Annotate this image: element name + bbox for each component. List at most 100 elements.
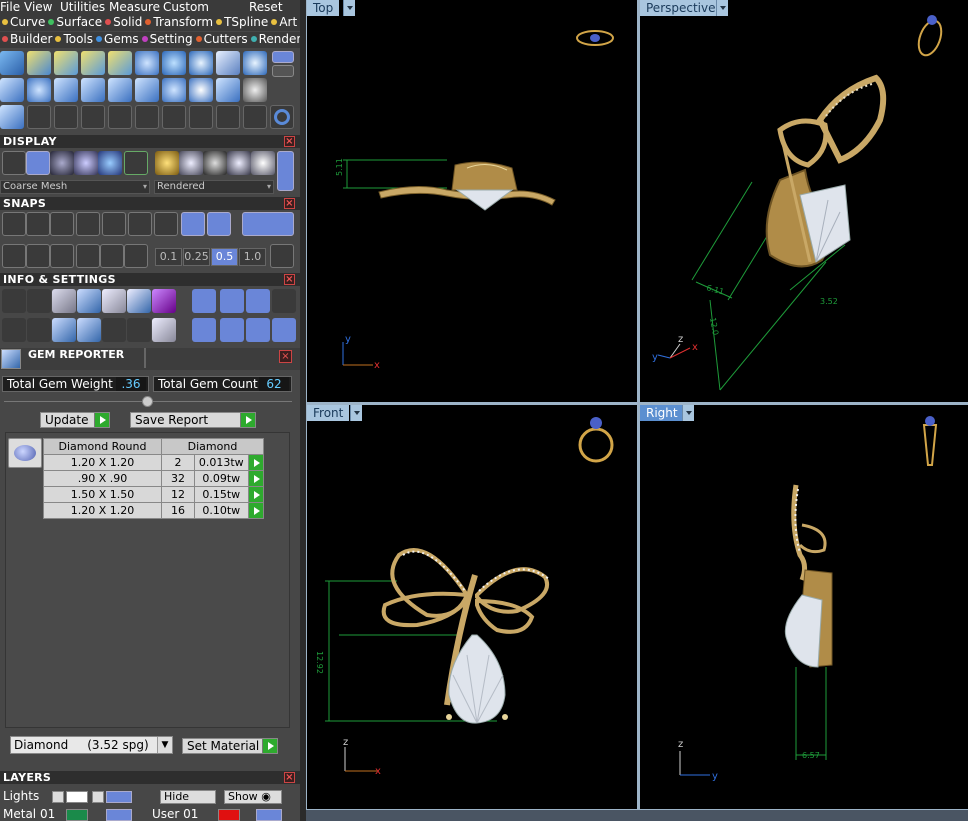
- mesh-dropdown[interactable]: Coarse Mesh ▾: [0, 180, 150, 194]
- bezel-tool-icon[interactable]: [216, 78, 240, 102]
- wireframe-grid-icon[interactable]: [2, 151, 26, 175]
- select-icon[interactable]: [127, 318, 151, 342]
- select-row-button[interactable]: [247, 454, 265, 471]
- silver-material-icon[interactable]: [179, 151, 203, 175]
- light-settings-icon[interactable]: [246, 289, 270, 313]
- menu-custom[interactable]: Custom: [163, 0, 209, 14]
- chrome-material-icon[interactable]: [203, 151, 227, 175]
- menu-file[interactable]: File: [0, 0, 20, 14]
- trim-tool-icon[interactable]: [243, 105, 267, 129]
- snap-toggle-icon[interactable]: [242, 212, 294, 236]
- snap-value-0-1[interactable]: 0.1: [155, 248, 182, 266]
- select-row-button[interactable]: [247, 486, 265, 503]
- view-toggle-a-icon[interactable]: [272, 51, 294, 63]
- stack-icon[interactable]: [52, 289, 76, 313]
- grid-toggle-icon[interactable]: [270, 244, 294, 268]
- diamond-tool-icon[interactable]: [27, 78, 51, 102]
- viewport-perspective-menu[interactable]: [716, 0, 728, 16]
- module-solid[interactable]: Solid: [103, 15, 142, 29]
- loft-tool-icon[interactable]: [54, 51, 78, 75]
- glossy-shade-icon[interactable]: [74, 151, 98, 175]
- snap-curve-icon[interactable]: [26, 212, 50, 236]
- cursor-snap-icon[interactable]: [124, 244, 148, 268]
- circle-tool-icon[interactable]: [270, 105, 294, 129]
- snap-cross-icon[interactable]: [50, 212, 74, 236]
- cube-snap-icon[interactable]: [26, 244, 50, 268]
- module-curve[interactable]: Curve: [0, 15, 45, 29]
- hide-button[interactable]: Hide: [160, 790, 216, 804]
- camera-tool-icon[interactable]: [216, 51, 240, 75]
- layer-row-lights[interactable]: Lights Hide Show ◉: [0, 789, 300, 807]
- scale-tool-icon[interactable]: [162, 105, 186, 129]
- viewport-right[interactable]: 6.57 z y Right: [640, 405, 968, 809]
- module-art[interactable]: Art: [269, 15, 297, 29]
- viewport-perspective-label[interactable]: Perspective: [640, 0, 722, 16]
- extrude-tool-icon[interactable]: [108, 51, 132, 75]
- mark-c-icon[interactable]: [246, 318, 270, 342]
- visibility-toggle[interactable]: [106, 809, 132, 821]
- viewport-front-menu[interactable]: [350, 405, 362, 421]
- module-cutters[interactable]: Cutters: [194, 32, 248, 46]
- show-button[interactable]: Show ◉: [224, 790, 282, 804]
- module-surface[interactable]: Surface: [46, 15, 102, 29]
- blocks-tool-icon[interactable]: [0, 105, 24, 129]
- viewport-top-label[interactable]: Top: [307, 0, 340, 16]
- mark-d-icon[interactable]: [272, 318, 296, 342]
- viewport-right-menu[interactable]: [682, 405, 694, 421]
- snap-line-b-icon[interactable]: [207, 212, 231, 236]
- export-settings-icon[interactable]: [272, 289, 296, 313]
- menu-utilities[interactable]: Utilities: [60, 0, 105, 14]
- viewport-top[interactable]: 5.11 y x Top: [307, 0, 637, 402]
- bend-tool-icon[interactable]: [135, 78, 159, 102]
- plane-tool-icon[interactable]: [0, 78, 24, 102]
- module-tools[interactable]: Tools: [53, 32, 93, 46]
- layers-cube-icon[interactable]: [52, 318, 76, 342]
- settings-gear-icon[interactable]: [2, 289, 26, 313]
- camera-settings-icon[interactable]: [220, 289, 244, 313]
- snap-value-0-25[interactable]: 0.25: [183, 248, 210, 266]
- offset-tool-icon[interactable]: [81, 78, 105, 102]
- lock-icon[interactable]: [92, 791, 104, 803]
- filter-icon[interactable]: [102, 318, 126, 342]
- expand-icon[interactable]: [52, 791, 64, 803]
- page-tool-icon[interactable]: [108, 78, 132, 102]
- gem-pave-tool-icon[interactable]: [135, 51, 159, 75]
- viewport-right-label[interactable]: Right: [640, 405, 684, 421]
- viewport-front[interactable]: 12.92 z x Front: [307, 405, 637, 809]
- set-material-button[interactable]: Set Material: [182, 738, 278, 754]
- module-transform[interactable]: Transform: [143, 15, 213, 29]
- menu-view[interactable]: View: [24, 0, 52, 14]
- render-mode-dropdown[interactable]: Rendered ▾: [154, 180, 274, 194]
- box-mode-icon[interactable]: [124, 151, 148, 175]
- material-select[interactable]: Diamond (3.52 spg) ▼: [10, 736, 173, 754]
- curve-edit-tool-icon[interactable]: [27, 51, 51, 75]
- module-render[interactable]: Render: [249, 32, 300, 46]
- snap-target-icon[interactable]: [154, 212, 178, 236]
- display-toggle-icon[interactable]: [277, 151, 294, 191]
- viewport-perspective[interactable]: 6.11 12.0 3.52 z y x Perspective: [640, 0, 968, 402]
- pearl-material-icon[interactable]: [251, 151, 275, 175]
- molecule-tool-icon[interactable]: [243, 78, 267, 102]
- layer-row-metal[interactable]: Metal 01 User 01: [0, 807, 300, 821]
- select-row-button[interactable]: [247, 470, 265, 487]
- book-icon[interactable]: [77, 318, 101, 342]
- box-icon[interactable]: [77, 289, 101, 313]
- render-settings-icon[interactable]: [192, 289, 216, 313]
- module-tspline[interactable]: TSpline: [214, 15, 268, 29]
- gear-tool-icon[interactable]: [243, 51, 267, 75]
- snap-grid-icon[interactable]: [2, 212, 26, 236]
- save-report-button[interactable]: Save Report: [130, 412, 256, 428]
- gem-material-icon[interactable]: [227, 151, 251, 175]
- mark-b-icon[interactable]: [220, 318, 244, 342]
- snap-point-icon[interactable]: [76, 212, 100, 236]
- sweep-tool-icon[interactable]: [0, 51, 24, 75]
- close-icon[interactable]: ×: [284, 772, 295, 783]
- cube-info-icon[interactable]: [152, 289, 176, 313]
- snap-corner-icon[interactable]: [102, 212, 126, 236]
- close-icon[interactable]: ×: [279, 350, 292, 363]
- monitor-icon[interactable]: [27, 318, 51, 342]
- ruler-snap-icon[interactable]: [76, 244, 100, 268]
- wrench-icon[interactable]: [27, 289, 51, 313]
- diamond-snap-icon[interactable]: [100, 244, 124, 268]
- pipe-tool-icon[interactable]: [81, 51, 105, 75]
